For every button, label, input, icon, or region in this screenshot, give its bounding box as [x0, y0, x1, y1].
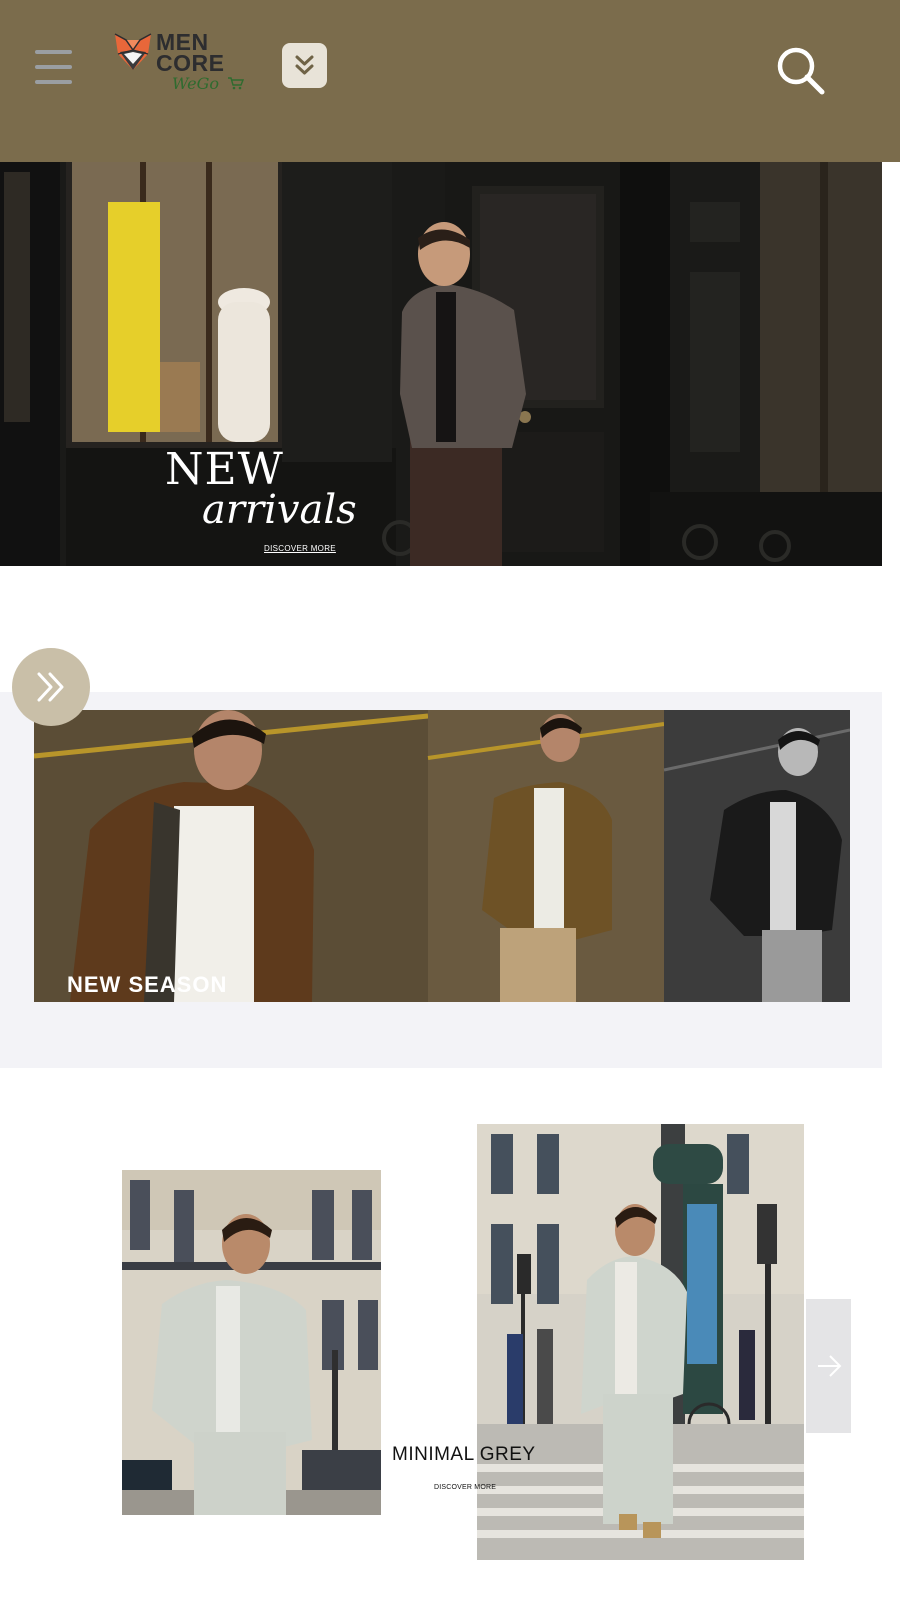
- site-logo[interactable]: MEN CORE WeGo: [112, 28, 252, 102]
- hero-subtitle: arrivals: [202, 487, 357, 533]
- cart-icon: [228, 76, 245, 93]
- street-photo-right: [477, 1124, 804, 1560]
- double-chevron-down-icon[interactable]: [282, 43, 327, 88]
- search-icon[interactable]: [774, 44, 828, 98]
- collection-photo-right[interactable]: [477, 1124, 804, 1560]
- site-header: MEN CORE WeGo: [0, 0, 900, 162]
- logo-tagline: WeGo: [172, 74, 220, 93]
- hero-photo: [0, 162, 882, 566]
- hero-discover-link[interactable]: DISCOVER MORE: [264, 544, 336, 553]
- logo-text-core: CORE: [156, 50, 225, 76]
- menu-line: [35, 80, 72, 84]
- hero-banner[interactable]: NEW arrivals DISCOVER MORE: [0, 162, 882, 566]
- new-season-label: NEW SEASON: [67, 972, 228, 997]
- menu-line: [35, 65, 72, 69]
- street-photo-left: [122, 1170, 381, 1515]
- arrow-right-icon[interactable]: [806, 1299, 851, 1433]
- double-chevron-right-icon[interactable]: [12, 648, 90, 726]
- new-season-banner[interactable]: NEW SEASON: [34, 710, 850, 1002]
- hamburger-menu-icon[interactable]: [35, 48, 72, 88]
- hero-title: NEW: [165, 444, 284, 495]
- menu-line: [35, 50, 72, 54]
- collection-title: MINIMAL GREY: [392, 1444, 536, 1465]
- collection-discover-link[interactable]: DISCOVER MORE: [434, 1484, 496, 1491]
- fox-shield-logo-icon: [114, 33, 152, 70]
- collection-photo-left[interactable]: [122, 1170, 381, 1515]
- new-season-photo: [34, 710, 850, 1002]
